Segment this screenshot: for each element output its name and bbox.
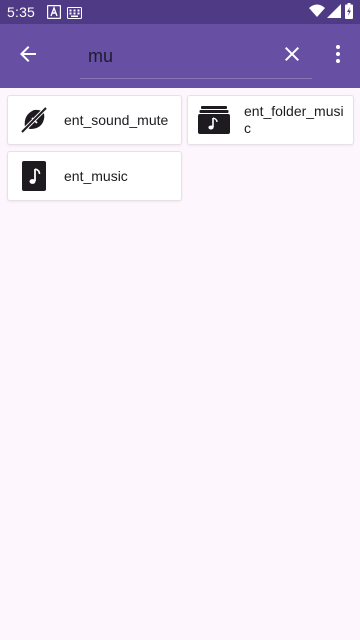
cell-signal-icon — [327, 4, 341, 23]
overflow-menu-button[interactable] — [314, 32, 360, 80]
folder-music-icon — [198, 104, 230, 136]
search-input[interactable] — [80, 36, 268, 76]
result-label: ent_sound_mute — [64, 111, 169, 128]
music-file-icon — [18, 160, 50, 192]
app-bar — [0, 24, 360, 88]
back-button[interactable] — [4, 32, 52, 80]
sound-mute-icon — [18, 104, 50, 136]
result-label: ent_folder_music — [244, 103, 344, 136]
battery-charging-icon — [345, 3, 353, 24]
result-card-music[interactable]: ent_music — [7, 151, 182, 201]
wifi-icon — [309, 4, 325, 23]
text-a-notification-icon — [46, 4, 62, 24]
keyboard-icon — [66, 6, 83, 24]
result-card-sound-mute[interactable]: ent_sound_mute — [7, 95, 182, 145]
result-card-folder-music[interactable]: ent_folder_music — [187, 95, 354, 145]
arrow-back-icon — [16, 42, 40, 71]
close-icon — [280, 42, 304, 71]
more-vert-icon — [326, 42, 350, 71]
clear-search-button[interactable] — [268, 32, 316, 80]
status-bar: 5:35 — [0, 0, 360, 24]
status-time: 5:35 — [7, 4, 36, 20]
result-label: ent_music — [64, 167, 128, 184]
